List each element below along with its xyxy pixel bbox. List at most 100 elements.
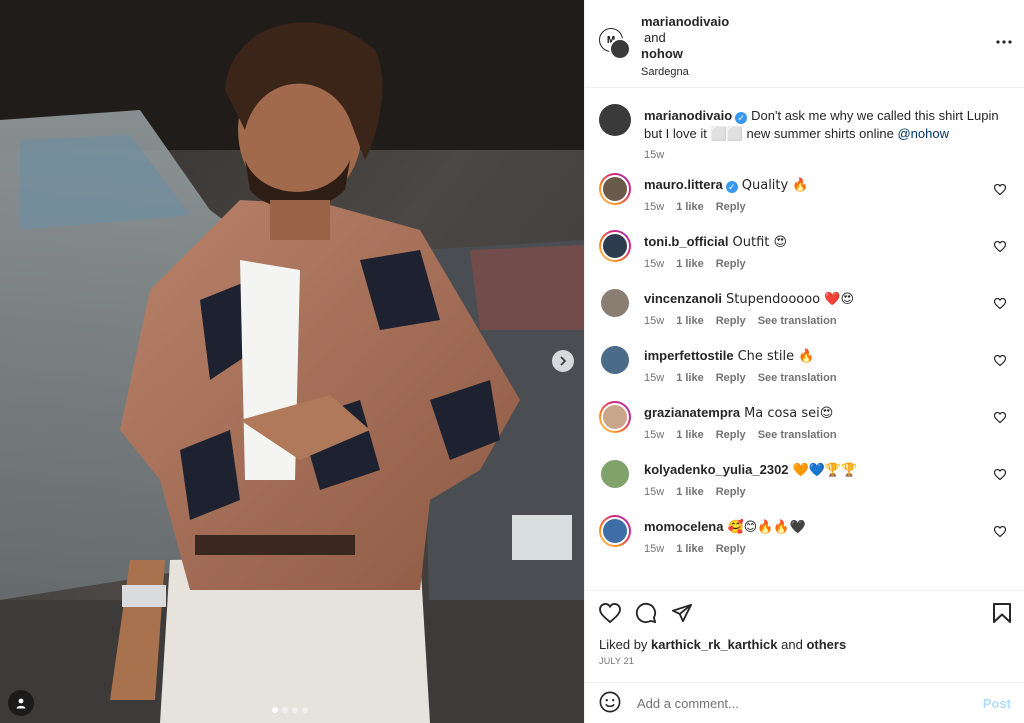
comment-text: Stupendooooo ❤️😍 — [726, 292, 854, 307]
post-dialog: M marianodivaio and nohow Sardegna maria… — [0, 0, 1024, 723]
author-username[interactable]: marianodivaio — [641, 14, 729, 30]
comment-username[interactable]: momocelena — [644, 519, 723, 534]
avatar[interactable] — [609, 38, 631, 60]
post-media[interactable] — [0, 0, 584, 723]
save-button[interactable] — [993, 602, 1011, 626]
collab-username[interactable]: nohow — [641, 46, 729, 62]
like-comment-button[interactable] — [993, 525, 1007, 540]
comment-button[interactable] — [635, 602, 657, 627]
post-authors: marianodivaio and nohow Sardegna — [641, 14, 729, 87]
heart-icon — [993, 183, 1007, 196]
reply-button[interactable]: Reply — [716, 429, 746, 441]
verified-icon: ✓ — [735, 112, 748, 124]
comment-time: 15w — [644, 258, 665, 270]
carousel-next-button[interactable] — [552, 350, 574, 372]
comments-list[interactable]: marianodivaio ✓ Don't ask me why we called… — [585, 88, 1024, 591]
carousel-dot — [302, 707, 308, 713]
comment-row: kolyadenko_yulia_2302 🧡💙🏆🏆 15w 1 like Rep… — [599, 458, 1008, 498]
user-tag-icon — [16, 698, 26, 709]
comment-likes[interactable]: 1 like — [676, 315, 704, 327]
like-comment-button[interactable] — [993, 468, 1007, 483]
avatar[interactable] — [599, 401, 631, 433]
post-header: M marianodivaio and nohow Sardegna — [585, 0, 1024, 88]
comment-time: 15w — [644, 372, 665, 384]
heart-icon — [599, 602, 621, 623]
comment-username[interactable]: mauro.littera — [644, 177, 723, 192]
comment-username[interactable]: grazianatempra — [644, 405, 740, 420]
comment-text: Outfit 😍 — [732, 235, 788, 250]
comment-row: vincenzanoli Stupendooooo ❤️😍 15w 1 like … — [599, 287, 1008, 327]
others-link[interactable]: others — [806, 637, 846, 652]
caption-username[interactable]: marianodivaio — [644, 108, 732, 123]
chevron-right-icon — [560, 356, 567, 366]
reply-button[interactable]: Reply — [716, 486, 746, 498]
post-date[interactable]: JULY 21 — [599, 656, 1011, 666]
see-translation-button[interactable]: See translation — [758, 429, 837, 441]
comment-row: toni.b_official Outfit 😍 15w 1 like Reply — [599, 230, 1008, 270]
comment-row: imperfettostile Che stile 🔥 15w 1 like Re… — [599, 344, 1008, 384]
save-icon — [993, 602, 1011, 623]
avatar[interactable] — [599, 515, 631, 547]
reply-button[interactable]: Reply — [716, 543, 746, 555]
avatar[interactable] — [599, 287, 631, 319]
comment-text: 🥰😊🔥🔥🖤 — [727, 520, 806, 535]
comment-text: Quality 🔥 — [741, 178, 809, 193]
comment-time: 15w — [644, 315, 665, 327]
verified-icon: ✓ — [725, 181, 738, 193]
comment-likes[interactable]: 1 like — [676, 372, 704, 384]
comment-likes[interactable]: 1 like — [676, 258, 704, 270]
share-button[interactable] — [671, 603, 693, 626]
avatar[interactable] — [599, 458, 631, 490]
more-icon — [996, 40, 1012, 44]
mention-link[interactable]: @nohow — [897, 126, 949, 141]
like-comment-button[interactable] — [993, 183, 1007, 198]
user-tags-button[interactable] — [8, 690, 34, 716]
reply-button[interactable]: Reply — [716, 315, 746, 327]
liked-by-user-link[interactable]: karthick_rk_karthick — [651, 637, 777, 652]
location-link[interactable]: Sardegna — [641, 64, 729, 80]
collab-avatars[interactable]: M — [599, 28, 631, 60]
comment-input[interactable] — [637, 695, 983, 711]
like-comment-button[interactable] — [993, 411, 1007, 426]
comment-likes[interactable]: 1 like — [676, 543, 704, 555]
heart-icon — [993, 297, 1007, 310]
comment-likes[interactable]: 1 like — [676, 201, 704, 213]
like-button[interactable] — [599, 602, 621, 626]
comment-username[interactable]: toni.b_official — [644, 234, 729, 249]
more-options-button[interactable] — [996, 32, 1012, 47]
add-comment-bar: Post — [585, 682, 1024, 723]
emoji-button[interactable] — [599, 691, 621, 716]
post-comment-button[interactable]: Post — [983, 696, 1011, 711]
heart-icon — [993, 525, 1007, 538]
comment-time: 15w — [644, 429, 665, 441]
comment-username[interactable]: kolyadenko_yulia_2302 — [644, 462, 789, 477]
caption: marianodivaio ✓ Don't ask me why we called… — [599, 104, 1008, 161]
comment-likes[interactable]: 1 like — [676, 429, 704, 441]
comment-row: mauro.littera ✓ Quality 🔥 15w 1 like Reply — [599, 173, 1008, 213]
heart-icon — [993, 240, 1007, 253]
see-translation-button[interactable]: See translation — [758, 372, 837, 384]
avatar[interactable] — [599, 173, 631, 205]
carousel-dot — [282, 707, 288, 713]
comment-text: Ma cosa sei😍 — [744, 406, 834, 421]
avatar[interactable] — [599, 230, 631, 262]
likes-summary: Liked by karthick_rk_karthick and others — [599, 637, 847, 652]
comment-likes[interactable]: 1 like — [676, 486, 704, 498]
like-comment-button[interactable] — [993, 354, 1007, 369]
comment-time: 15w — [644, 201, 665, 213]
avatar[interactable] — [599, 104, 631, 136]
comment-time: 15w — [644, 543, 665, 555]
reply-button[interactable]: Reply — [716, 372, 746, 384]
comment-username[interactable]: vincenzanoli — [644, 291, 722, 306]
like-comment-button[interactable] — [993, 240, 1007, 255]
and-label: and — [644, 30, 666, 45]
reply-button[interactable]: Reply — [716, 258, 746, 270]
avatar[interactable] — [599, 344, 631, 376]
heart-icon — [993, 354, 1007, 367]
like-comment-button[interactable] — [993, 297, 1007, 312]
see-translation-button[interactable]: See translation — [758, 315, 837, 327]
heart-icon — [993, 468, 1007, 481]
reply-button[interactable]: Reply — [716, 201, 746, 213]
comment-icon — [635, 602, 657, 623]
comment-username[interactable]: imperfettostile — [644, 348, 734, 363]
